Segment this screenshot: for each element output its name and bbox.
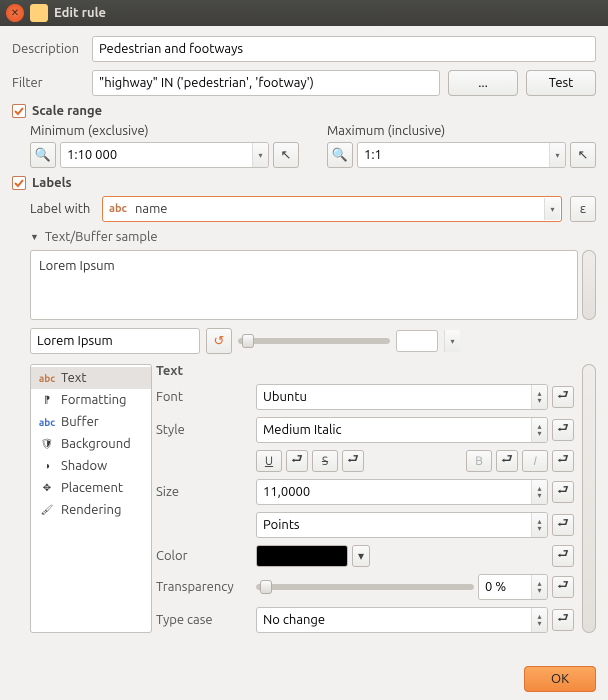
chevron-down-icon[interactable]: ▾ — [549, 143, 565, 167]
font-select[interactable] — [256, 384, 548, 410]
scrollbar[interactable] — [582, 250, 596, 320]
font-label: Font — [156, 390, 248, 404]
category-buffer[interactable]: abcBuffer — [31, 411, 151, 433]
override-icon[interactable]: ⮐ — [496, 450, 518, 472]
labels-title: Labels — [32, 176, 72, 190]
category-shadow[interactable]: ◑Shadow — [31, 455, 151, 477]
zoom-in-icon[interactable]: 🔍 — [327, 142, 353, 168]
style-label: Style — [156, 423, 248, 437]
scale-min-input[interactable] — [60, 142, 269, 168]
sample-text-input[interactable] — [30, 328, 200, 354]
override-icon[interactable]: ⮐ — [552, 576, 574, 598]
formatting-icon: ⁋ — [39, 393, 55, 407]
override-icon[interactable]: ⮐ — [552, 514, 574, 536]
spinner-icon[interactable]: ▴▾ — [531, 385, 547, 409]
transparency-label: Transparency — [156, 580, 248, 594]
filter-input[interactable] — [92, 70, 440, 96]
chevron-down-icon[interactable]: ▾ — [444, 330, 460, 352]
filter-test-button[interactable]: Test — [526, 70, 596, 96]
sample-text: Lorem Ipsum — [39, 259, 115, 273]
reset-icon[interactable]: ↺ — [206, 328, 232, 354]
text-icon: abc — [39, 371, 55, 385]
placement-icon: ✥ — [39, 481, 55, 495]
label-with-label: Label with — [30, 202, 94, 216]
titlebar: ✕ Edit rule — [0, 0, 608, 26]
override-icon[interactable]: ⮐ — [552, 545, 574, 567]
bold-button[interactable]: B — [466, 450, 492, 472]
checkbox-checked-icon — [12, 176, 26, 190]
labels-checkbox[interactable]: Labels — [12, 176, 596, 190]
scrollbar[interactable] — [582, 364, 596, 633]
override-icon[interactable]: ⮐ — [552, 450, 574, 472]
filter-label: Filter — [12, 76, 84, 90]
scale-range-checkbox[interactable]: Scale range — [12, 104, 596, 118]
sample-title: Text/Buffer sample — [45, 230, 158, 244]
size-unit-select[interactable] — [256, 512, 548, 538]
background-icon: 🛡 — [39, 437, 55, 451]
triangle-down-icon: ▼ — [30, 232, 39, 242]
field-type-icon: abc — [109, 203, 127, 215]
spinner-icon[interactable]: ▴▾ — [531, 575, 547, 599]
strikeout-button[interactable]: S — [312, 450, 338, 472]
shadow-icon: ◑ — [39, 459, 55, 473]
underline-button[interactable]: U — [256, 450, 282, 472]
window-title: Edit rule — [54, 6, 106, 20]
sample-bg-swatch[interactable] — [396, 330, 438, 352]
category-placement[interactable]: ✥Placement — [31, 477, 151, 499]
rendering-icon: 🖌 — [39, 503, 55, 517]
scale-min-label: Minimum (exclusive) — [30, 124, 299, 138]
zoom-out-icon[interactable]: 🔍 — [30, 142, 56, 168]
italic-button[interactable]: I — [522, 450, 548, 472]
label-with-field[interactable]: name — [135, 202, 168, 216]
color-button[interactable] — [256, 545, 348, 567]
expression-button[interactable]: ε — [570, 196, 596, 222]
chevron-down-icon[interactable]: ▾ — [544, 198, 560, 220]
category-rendering[interactable]: 🖌Rendering — [31, 499, 151, 521]
override-icon[interactable]: ⮐ — [552, 386, 574, 408]
style-select[interactable] — [256, 417, 548, 443]
sample-size-slider[interactable] — [238, 338, 390, 344]
spinner-icon[interactable]: ▴▾ — [531, 480, 547, 504]
checkbox-checked-icon — [12, 104, 26, 118]
typecase-select[interactable] — [256, 607, 548, 633]
close-icon[interactable]: ✕ — [6, 4, 24, 22]
color-dropdown[interactable]: ▾ — [352, 545, 370, 567]
size-label: Size — [156, 485, 248, 499]
override-icon[interactable]: ⮐ — [552, 481, 574, 503]
transparency-slider[interactable] — [256, 584, 474, 590]
scale-max-input[interactable] — [357, 142, 566, 168]
color-label: Color — [156, 549, 248, 563]
override-icon[interactable]: ⮐ — [552, 609, 574, 631]
sample-toggle[interactable]: ▼ Text/Buffer sample — [30, 230, 596, 244]
scale-max-label: Maximum (inclusive) — [327, 124, 596, 138]
scale-range-title: Scale range — [32, 104, 102, 118]
sample-preview: Lorem Ipsum — [30, 250, 578, 320]
override-icon[interactable]: ⮐ — [342, 450, 364, 472]
slider-thumb[interactable] — [242, 334, 254, 348]
scale-min-pick-icon[interactable]: ↖ — [273, 142, 299, 168]
description-input[interactable] — [92, 36, 596, 62]
size-input[interactable] — [256, 479, 548, 505]
description-label: Description — [12, 42, 84, 56]
typecase-label: Type case — [156, 613, 248, 627]
category-formatting[interactable]: ⁋Formatting — [31, 389, 151, 411]
category-list: abcText ⁋Formatting abcBuffer 🛡Backgroun… — [30, 364, 152, 633]
override-icon[interactable]: ⮐ — [286, 450, 308, 472]
scale-max-pick-icon[interactable]: ↖ — [570, 142, 596, 168]
slider-thumb[interactable] — [260, 580, 272, 594]
override-icon[interactable]: ⮐ — [552, 419, 574, 441]
category-background[interactable]: 🛡Background — [31, 433, 151, 455]
chevron-down-icon[interactable]: ▾ — [252, 143, 268, 167]
category-text[interactable]: abcText — [31, 367, 151, 389]
spinner-icon[interactable]: ▴▾ — [531, 608, 547, 632]
spinner-icon[interactable]: ▴▾ — [531, 418, 547, 442]
text-heading: Text — [156, 364, 574, 378]
ok-button[interactable]: OK — [524, 666, 596, 692]
spinner-icon[interactable]: ▴▾ — [531, 513, 547, 537]
buffer-icon: abc — [39, 415, 55, 429]
filter-builder-button[interactable]: ... — [448, 70, 518, 96]
window-icon — [30, 4, 48, 22]
